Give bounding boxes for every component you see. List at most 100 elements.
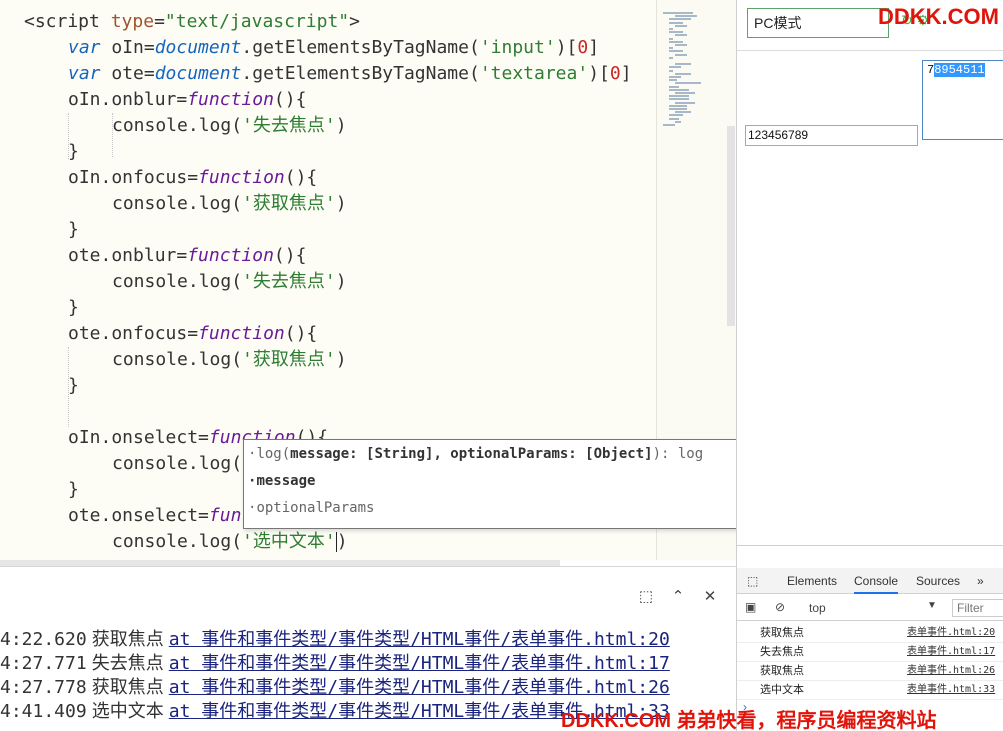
code-line[interactable]: } <box>68 373 79 399</box>
console-toolbar: ⬚ ⌃ ✕ <box>636 587 720 607</box>
log-message: 选中文本 <box>91 701 164 722</box>
log-message: 获取焦点 <box>760 664 804 677</box>
code-token: } <box>68 479 79 500</box>
minimap-line <box>675 111 691 114</box>
code-token: ote= <box>100 63 155 84</box>
minimap-line <box>675 34 687 37</box>
code-token: 'input' <box>479 37 556 58</box>
code-line[interactable]: console.log('失去焦点') <box>112 113 347 139</box>
code-line[interactable]: oIn.onfocus=function(){ <box>68 165 317 191</box>
param-label: optionalParams <box>256 500 375 516</box>
code-line[interactable]: console.log('获取焦点') <box>112 191 347 217</box>
tab-elements[interactable]: Elements <box>787 568 837 594</box>
log-source-link[interactable]: at 事件和事件类型/事件类型/HTML事件/表单事件.html:26 <box>169 677 670 698</box>
minimap-line <box>669 47 673 50</box>
code-line[interactable]: } <box>68 217 79 243</box>
code-line[interactable]: ote.onselect=fun <box>68 503 241 529</box>
demo-textarea[interactable]: 78954511 <box>922 60 1003 140</box>
filter-input[interactable]: Filter <box>952 599 1003 617</box>
log-source-link[interactable]: at 事件和事件类型/事件类型/HTML事件/表单事件.html:20 <box>169 629 670 650</box>
code-token: function <box>187 245 274 266</box>
autocomplete-param-optional[interactable]: ·optionalParams <box>248 495 374 521</box>
log-message: 选中文本 <box>760 683 804 696</box>
log-message: 获取焦点 <box>91 677 164 698</box>
code-token: console.log( <box>112 453 243 474</box>
context-selector[interactable]: top <box>809 601 826 615</box>
code-token: function <box>187 89 274 110</box>
code-line[interactable]: } <box>68 295 79 321</box>
minimap-line <box>669 79 677 82</box>
minimap-line <box>669 21 683 24</box>
indent-guide <box>112 113 113 157</box>
minimap-line <box>669 114 683 117</box>
minimap-line <box>675 92 695 94</box>
tab-console[interactable]: Console <box>854 568 899 594</box>
editor-vertical-scrollbar[interactable] <box>727 126 735 326</box>
code-line[interactable]: ote.onblur=function(){ <box>68 243 306 269</box>
code-token: oIn.onselect= <box>68 427 209 448</box>
log-message: 失去焦点 <box>760 645 804 658</box>
code-line[interactable]: <script type="text/javascript"> <box>24 9 360 35</box>
code-line[interactable]: console.log('选中文本') <box>112 529 348 555</box>
code-token: )[ <box>588 63 610 84</box>
minimap-line <box>669 69 673 72</box>
minimap-line <box>669 50 683 53</box>
minimap-line <box>669 18 691 21</box>
code-token: '获取焦点' <box>242 193 336 214</box>
minimap-line <box>669 95 689 98</box>
log-source-link[interactable]: at 事件和事件类型/事件类型/HTML事件/表单事件.html:17 <box>169 653 670 674</box>
autocomplete-signature[interactable]: ·log(message: [String], optionalParams: … <box>248 441 703 467</box>
log-message: 失去焦点 <box>91 653 164 674</box>
code-line[interactable]: console.log('获取焦点') <box>112 347 347 373</box>
code-token: (){ <box>284 167 318 188</box>
code-line[interactable]: } <box>68 139 79 165</box>
signature-params: message: [String], optionalParams: [Obje… <box>290 446 653 462</box>
device-mode-select[interactable]: PC模式 <box>747 8 889 38</box>
minimap-line <box>675 101 695 104</box>
code-line[interactable]: console.log('失去焦点') <box>112 269 347 295</box>
minimap-line <box>669 88 689 91</box>
devtools-log-entry: 获取焦点 表单事件.html:26 <box>737 662 1003 681</box>
chevron-down-icon[interactable]: ▼ <box>927 600 937 611</box>
log-source-link[interactable]: 表单事件.html:17 <box>907 643 995 661</box>
clear-console-icon[interactable]: ⊘ <box>775 600 785 614</box>
sidebar-toggle-icon[interactable]: ▣ <box>745 600 756 614</box>
code-line[interactable]: console.log( <box>112 451 242 477</box>
minimap-line <box>675 53 687 56</box>
code-token: 'textarea' <box>479 63 589 84</box>
code-token: (){ <box>273 89 307 110</box>
minimap-line <box>663 124 675 126</box>
tab-sources[interactable]: Sources <box>916 568 960 594</box>
code-line[interactable]: oIn.onblur=function(){ <box>68 87 306 113</box>
autocomplete-popup: ·log(message: [String], optionalParams: … <box>243 439 745 529</box>
log-source-link[interactable]: 表单事件.html:33 <box>907 681 995 699</box>
minimap-line <box>675 63 691 66</box>
code-line[interactable]: var oIn=document.getElementsByTagName('i… <box>68 35 599 61</box>
code-line[interactable]: } <box>68 477 79 503</box>
code-token: "text/javascript" <box>164 11 350 32</box>
minimap-line <box>669 85 679 88</box>
indent-guide <box>68 113 69 159</box>
demo-text-input[interactable]: 123456789 <box>745 125 918 146</box>
code-token: <script <box>24 11 111 32</box>
autocomplete-param-message[interactable]: ·message <box>248 468 315 494</box>
devtools-log-entry: 选中文本 表单事件.html:33 <box>737 681 1003 700</box>
param-label: message <box>256 473 316 489</box>
code-token: )[ <box>555 37 578 58</box>
code-token: (){ <box>273 245 307 266</box>
code-token: '获取焦点' <box>242 349 336 370</box>
code-line[interactable]: var ote=document.getElementsByTagName('t… <box>68 61 632 87</box>
code-token: .getElementsByTagName( <box>241 37 480 58</box>
inspect-icon[interactable]: ⬚ <box>747 568 758 594</box>
code-token: oIn.onblur= <box>68 89 188 110</box>
more-tabs-icon[interactable]: » <box>977 568 984 594</box>
chevron-up-icon[interactable]: ⌃ <box>668 587 688 607</box>
clear-console-icon[interactable]: ⬚ <box>636 587 656 607</box>
code-token: console.log( <box>112 115 243 136</box>
console-log-entry: 4:27.771 失去焦点 at 事件和事件类型/事件类型/HTML事件/表单事… <box>0 651 670 675</box>
close-icon[interactable]: ✕ <box>700 587 720 607</box>
log-source-link[interactable]: 表单事件.html:26 <box>907 662 995 680</box>
log-source-link[interactable]: 表单事件.html:20 <box>907 624 995 642</box>
code-line[interactable]: ote.onfocus=function(){ <box>68 321 317 347</box>
minimap-line <box>675 72 691 75</box>
